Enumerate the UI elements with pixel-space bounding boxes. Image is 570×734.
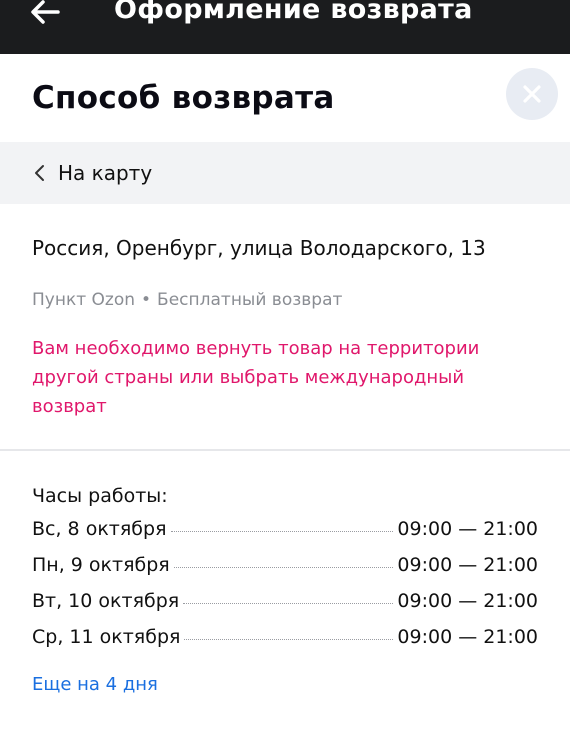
hours-time: 09:00 — 21:00 (397, 518, 538, 540)
hours-day: Вс, 8 октября (32, 518, 167, 540)
hours-row: Ср, 11 октября 09:00 — 21:00 (32, 626, 538, 662)
back-to-map-label: На карту (58, 161, 153, 185)
dotted-leader (183, 603, 394, 604)
hours-day: Пн, 9 октября (32, 554, 170, 576)
dotted-leader (170, 531, 394, 532)
hours-day: Вт, 10 октября (32, 590, 180, 612)
sheet-title: Способ возврата (32, 80, 335, 116)
hours-time: 09:00 — 21:00 (397, 590, 538, 612)
point-address: Россия, Оренбург, улица Володарского, 13 (32, 236, 486, 260)
divider (0, 449, 570, 451)
dotted-leader (184, 639, 394, 640)
return-type: Бесплатный возврат (157, 290, 343, 310)
dotted-leader (173, 567, 394, 568)
close-icon (523, 85, 541, 103)
chevron-left-icon (35, 165, 44, 181)
close-button[interactable] (506, 68, 558, 120)
hours-time: 09:00 — 21:00 (397, 626, 538, 648)
back-button[interactable] (28, 0, 62, 30)
more-days-link[interactable]: Еще на 4 дня (32, 674, 158, 695)
hours-day: Ср, 11 октября (32, 626, 181, 648)
hours-row: Вт, 10 октября 09:00 — 21:00 (32, 590, 538, 626)
hours-row: Вс, 8 октября 09:00 — 21:00 (32, 518, 538, 554)
back-to-map-button[interactable]: На карту (0, 142, 570, 204)
hours-time: 09:00 — 21:00 (397, 554, 538, 576)
arrow-left-icon (31, 0, 60, 24)
meta-separator: • (141, 290, 152, 310)
hours-row: Пн, 9 октября 09:00 — 21:00 (32, 554, 538, 590)
hours-list: Вс, 8 октября 09:00 — 21:00 Пн, 9 октябр… (32, 518, 538, 662)
point-type: Пункт Ozon (32, 290, 136, 310)
warning-message: Вам необходимо вернуть товар на территор… (32, 338, 480, 417)
hours-title: Часы работы: (32, 485, 168, 507)
point-meta: Пункт Ozon • Бесплатный возврат (32, 290, 342, 310)
header-title: Оформление возврата (114, 0, 473, 25)
app-header: Оформление возврата (0, 0, 570, 54)
